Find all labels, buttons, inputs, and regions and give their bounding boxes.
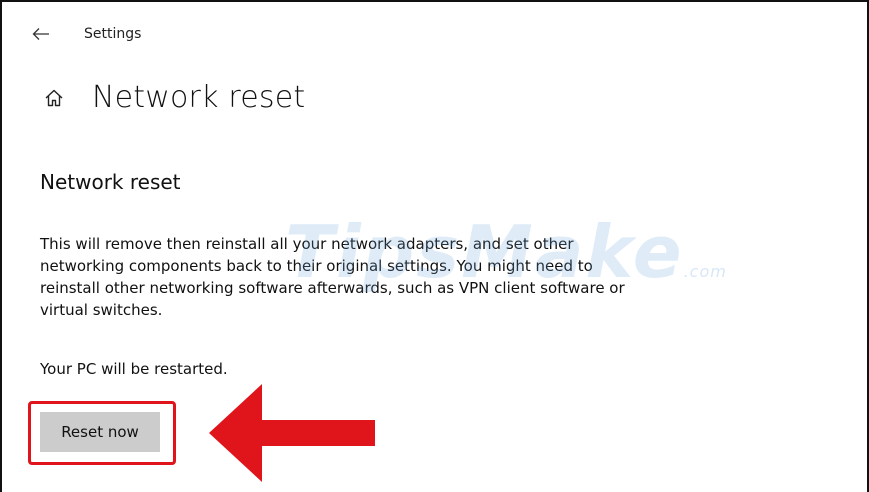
home-icon[interactable] <box>42 86 66 110</box>
pointer-arrow-icon <box>209 384 375 482</box>
watermark-suffix: .com <box>683 262 727 281</box>
back-arrow-icon[interactable] <box>32 25 50 43</box>
reset-description: This will remove then reinstall all your… <box>40 235 625 319</box>
settings-window: Settings Network reset Network reset Thi… <box>0 0 869 492</box>
app-title: Settings <box>84 26 142 42</box>
page-header: Network reset <box>42 80 305 115</box>
page-title: Network reset <box>92 80 306 115</box>
section-title: Network reset <box>40 170 181 194</box>
title-bar: Settings <box>32 20 141 48</box>
reset-now-button[interactable]: Reset now <box>40 412 160 452</box>
restart-note: Your PC will be restarted. <box>40 360 228 378</box>
